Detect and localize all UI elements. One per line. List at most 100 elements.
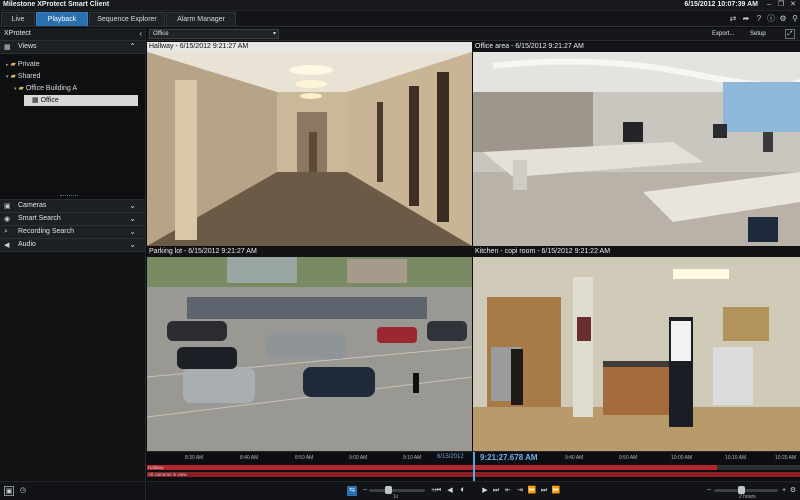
recording-search-section-header[interactable]: ⌕ Recording Search ⌄ (0, 226, 145, 239)
tree-item-shared[interactable]: ▾ ▰ Shared (6, 71, 40, 82)
tree-item-label: Office (40, 97, 59, 104)
timeline-tick: 10:00 AM (671, 455, 693, 461)
zoom-out-icon[interactable]: − (704, 486, 714, 496)
expand-arrow-icon[interactable]: ▸ (6, 62, 9, 68)
timeline-tick: 9:50 AM (619, 455, 638, 461)
hallway-video-frame (147, 52, 472, 246)
tile-title: Office area - 6/15/2012 9:21:27 AM (473, 42, 800, 52)
setup-button[interactable]: Setup (750, 29, 766, 39)
track-label: All cameras in view (148, 472, 187, 477)
collapse-arrow-icon[interactable]: ▾ (6, 74, 9, 80)
timespan-slider-knob[interactable] (738, 486, 745, 494)
tile-title: Hallway - 6/15/2012 9:21:27 AM (147, 42, 472, 52)
chevron-down-icon[interactable]: ⌄ (129, 201, 136, 210)
smart-search-icon: ◉ (4, 216, 11, 223)
chevron-up-icon[interactable]: ⌃ (129, 42, 136, 51)
main-tab-bar: Live Playback Sequence Explorer Alarm Ma… (0, 11, 800, 27)
section-label: Cameras (18, 202, 47, 209)
close-button[interactable]: ✕ (788, 1, 798, 9)
clock-icon[interactable]: ◷ (18, 486, 28, 496)
next-frame-icon[interactable]: ⏭ (491, 486, 501, 496)
skip-next-icon[interactable]: ⏩ (527, 486, 537, 496)
tree-item-office[interactable]: ▦ Office (24, 95, 138, 106)
recording-segment (147, 465, 717, 470)
chevron-down-icon[interactable]: ▾ (273, 30, 276, 38)
audio-section-header[interactable]: ◀ Audio ⌄ (0, 239, 145, 252)
view-toolbar: Office ▾ Export... Setup ⤢ (147, 28, 800, 41)
camera-icon: ▣ (4, 203, 11, 210)
fast-forward-icon[interactable]: ⏩ (551, 486, 561, 496)
speed-slider-knob[interactable] (385, 486, 392, 494)
timeline-playhead[interactable] (473, 452, 475, 482)
views-label: Views (18, 43, 37, 50)
export-button[interactable]: Export... (712, 29, 734, 39)
timeline-tick: 9:40 AM (565, 455, 584, 461)
view-layout-icon: ▦ (32, 97, 39, 104)
cameras-section-header[interactable]: ▣ Cameras ⌄ (0, 200, 145, 213)
play-reverse-icon[interactable]: ◀ (445, 486, 455, 496)
pin-icon[interactable]: ⚲ (790, 14, 800, 24)
step-back-icon[interactable]: ⏴ (457, 486, 467, 496)
previous-sequence-icon[interactable]: ⏮ (433, 486, 443, 496)
tree-item-private[interactable]: ▸ ▰ Private (6, 59, 40, 70)
timespan-slider[interactable] (714, 486, 778, 494)
kitchen-video-frame (473, 257, 800, 451)
fullscreen-icon[interactable]: ⤢ (785, 29, 795, 39)
view-select[interactable]: Office ▾ (149, 29, 279, 39)
help-icon[interactable]: ? (754, 14, 764, 24)
speed-toggle-button[interactable]: ⇆ (347, 486, 357, 496)
panel-title: XProtect (4, 30, 31, 37)
tile-title: Kitchen - copi room - 6/15/2012 9:21:22 … (473, 247, 800, 257)
folder-icon: ▰ (18, 85, 24, 92)
maximize-button[interactable]: ❐ (776, 1, 786, 9)
tree-item-office-building-a[interactable]: ▾ ▰ Office Building A (14, 83, 77, 94)
office-area-video-frame (473, 52, 800, 246)
collapse-panel-icon[interactable]: ‹ (139, 29, 142, 38)
timeline-tick: 10:20 AM (775, 455, 797, 461)
section-label: Smart Search (18, 215, 61, 222)
search-icon: ⌕ (4, 228, 8, 235)
chevron-down-icon[interactable]: ⌄ (129, 214, 136, 223)
gear-icon[interactable]: ⚙ (778, 14, 788, 24)
timeline-settings-gear-icon[interactable]: ⚙ (788, 486, 798, 496)
tab-playback[interactable]: Playback (36, 12, 88, 26)
minimize-button[interactable]: – (764, 1, 774, 9)
playback-timeline[interactable]: 8:30 AM 8:40 AM 8:50 AM 9:00 AM 9:10 AM … (147, 451, 800, 482)
camera-tile-parking-lot[interactable]: Parking lot - 6/15/2012 9:21:27 AM (147, 247, 472, 451)
collapse-arrow-icon[interactable]: ▾ (14, 86, 17, 92)
switch-icon[interactable]: ⇄ (728, 14, 738, 24)
folder-icon: ▰ (10, 61, 16, 68)
views-section-header[interactable]: ▦ Views ⌃ (0, 41, 145, 54)
tree-item-label: Office Building A (25, 85, 78, 92)
tab-alarm-manager[interactable]: Alarm Manager (166, 12, 236, 26)
play-forward-icon[interactable]: ▶ (480, 486, 490, 496)
time-span-icon[interactable]: ▣ (4, 486, 14, 496)
speed-slider[interactable] (369, 486, 425, 494)
tab-sequence-explorer[interactable]: Sequence Explorer (89, 12, 165, 26)
skip-start-icon[interactable]: ⇤ (503, 486, 513, 496)
timespan-label: 2 hours (739, 494, 756, 500)
left-panel: XProtect ‹ ▦ Views ⌃ ▸ ▰ Private ▾ ▰ Sha… (0, 28, 146, 500)
camera-tile-hallway[interactable]: Hallway - 6/15/2012 9:21:27 AM (147, 42, 472, 246)
camera-tile-kitchen[interactable]: Kitchen - copi room - 6/15/2012 9:21:22 … (473, 247, 800, 451)
section-label: Audio (18, 241, 36, 248)
info-icon[interactable]: ⓘ (766, 14, 776, 24)
share-icon[interactable]: ➦ (741, 14, 751, 24)
title-bar: Milestone XProtect Smart Client 6/15/201… (0, 0, 800, 11)
chevron-down-icon[interactable]: ⌄ (129, 240, 136, 249)
timeline-tick: 8:30 AM (185, 455, 204, 461)
chevron-down-icon[interactable]: ⌄ (129, 227, 136, 236)
speaker-icon: ◀ (4, 242, 10, 249)
resize-grip[interactable] (60, 195, 78, 197)
skip-end-icon[interactable]: ⇥ (515, 486, 525, 496)
smart-search-section-header[interactable]: ◉ Smart Search ⌄ (0, 213, 145, 226)
grid-icon: ▦ (4, 44, 11, 51)
camera-tile-office-area[interactable]: Office area - 6/15/2012 9:21:27 AM (473, 42, 800, 246)
speed-label: 1x (393, 494, 399, 500)
tree-item-label: Shared (17, 73, 41, 80)
app-title: Milestone XProtect Smart Client (3, 1, 110, 8)
tab-live[interactable]: Live (1, 12, 35, 26)
timeline-tick: 8:50 AM (295, 455, 314, 461)
last-sequence-icon[interactable]: ⏭ (539, 486, 549, 496)
timeline-date: 6/15/2012 (437, 454, 464, 460)
